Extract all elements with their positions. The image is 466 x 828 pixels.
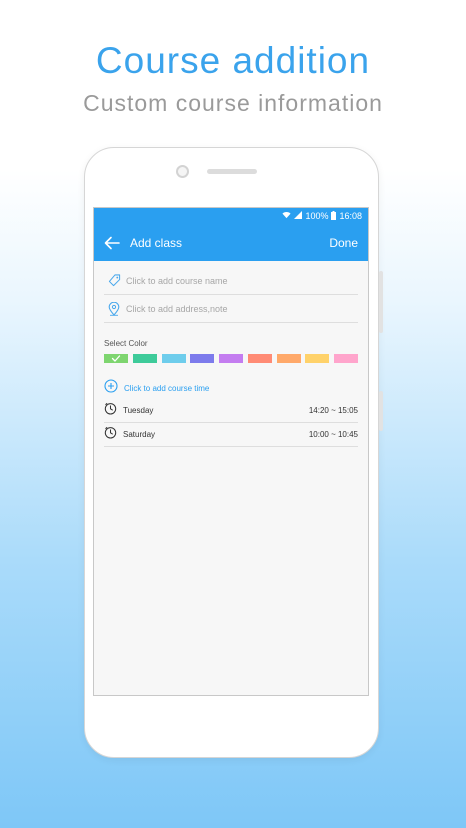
color-swatch[interactable] bbox=[104, 354, 128, 363]
earpiece-speaker bbox=[207, 169, 257, 174]
select-color-label: Select Color bbox=[104, 339, 148, 348]
course-time-row[interactable]: Tuesday 14:20 ~ 15:05 bbox=[104, 399, 358, 423]
back-arrow-icon[interactable] bbox=[104, 234, 122, 252]
done-button[interactable]: Done bbox=[329, 236, 358, 250]
course-time-range: 14:20 ~ 15:05 bbox=[308, 406, 358, 415]
color-swatch[interactable] bbox=[334, 354, 358, 363]
course-day: Saturday bbox=[123, 430, 156, 439]
promo-title: Course addition bbox=[95, 40, 371, 81]
wifi-icon bbox=[282, 211, 291, 221]
power-button bbox=[379, 391, 383, 431]
color-swatches bbox=[104, 354, 358, 363]
status-bar: 100% 16:08 bbox=[94, 208, 368, 224]
tag-icon bbox=[104, 274, 124, 287]
color-swatch[interactable] bbox=[305, 354, 330, 363]
color-swatch[interactable] bbox=[132, 354, 157, 363]
check-icon bbox=[111, 355, 121, 362]
app-bar: Add class Done bbox=[94, 224, 368, 261]
front-camera bbox=[176, 165, 189, 178]
battery-icon bbox=[331, 210, 337, 222]
clock-icon bbox=[104, 402, 117, 420]
phone-screen: 100% 16:08 Add class Done Click to add c… bbox=[93, 207, 369, 696]
course-name-field[interactable]: Click to add course name bbox=[104, 267, 358, 295]
clock-icon bbox=[104, 426, 117, 444]
add-class-form: Click to add course name Click to add ad… bbox=[94, 267, 368, 447]
add-circle-icon bbox=[104, 378, 118, 398]
color-swatch[interactable] bbox=[190, 354, 215, 363]
signal-icon bbox=[294, 211, 303, 221]
clock: 16:08 bbox=[339, 211, 362, 221]
location-pin-icon bbox=[104, 301, 124, 316]
address-field[interactable]: Click to add address,note bbox=[104, 295, 358, 323]
add-course-time-button[interactable]: Click to add course time bbox=[104, 378, 358, 398]
promo-subtitle: Custom course information bbox=[83, 90, 383, 116]
address-placeholder: Click to add address,note bbox=[126, 303, 228, 314]
add-course-time-label: Click to add course time bbox=[124, 383, 210, 393]
course-day: Tuesday bbox=[123, 406, 154, 415]
screen-title: Add class bbox=[130, 235, 183, 250]
course-time-range: 10:00 ~ 10:45 bbox=[308, 430, 358, 439]
volume-button bbox=[379, 271, 383, 333]
color-swatch[interactable] bbox=[219, 354, 243, 363]
battery-level: 100% bbox=[305, 211, 329, 221]
color-swatch[interactable] bbox=[161, 354, 186, 363]
course-name-placeholder: Click to add course name bbox=[126, 275, 228, 286]
color-swatch[interactable] bbox=[276, 354, 301, 363]
color-swatch[interactable] bbox=[247, 354, 272, 363]
course-time-row[interactable]: Saturday 10:00 ~ 10:45 bbox=[104, 423, 358, 447]
